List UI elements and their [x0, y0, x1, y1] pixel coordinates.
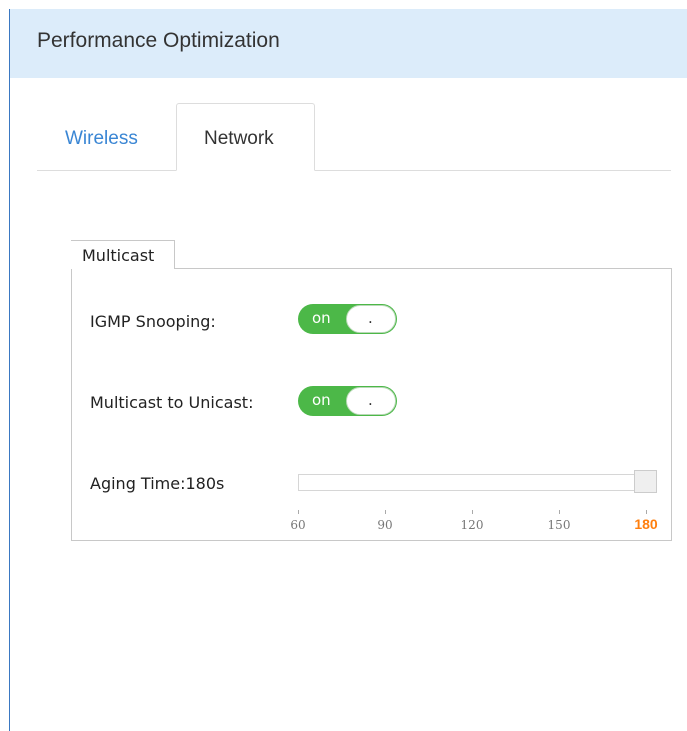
- igmp-snooping-toggle[interactable]: on .: [298, 304, 397, 334]
- multicast-legend: Multicast: [82, 246, 155, 265]
- multicast-to-unicast-label: Multicast to Unicast:: [90, 393, 254, 412]
- toggle-state-text: on: [312, 391, 331, 409]
- multicast-to-unicast-toggle[interactable]: on .: [298, 386, 397, 416]
- toggle-knob-text: .: [368, 391, 373, 409]
- tick-mark: [646, 510, 647, 514]
- aging-time-slider-handle[interactable]: [634, 470, 657, 493]
- tick-mark: [385, 510, 386, 514]
- toggle-knob: .: [346, 387, 396, 415]
- aging-time-slider-track[interactable]: [298, 474, 656, 491]
- tab-divider: [37, 170, 671, 171]
- tick-mark: [559, 510, 560, 514]
- tick-mark: [298, 510, 299, 514]
- tick-label: 60: [290, 518, 306, 532]
- tab-wireless[interactable]: Wireless: [65, 128, 138, 150]
- toggle-knob: .: [346, 305, 396, 333]
- tab-network[interactable]: Network: [204, 128, 274, 150]
- tick-mark: [472, 510, 473, 514]
- toggle-state-text: on: [312, 309, 331, 327]
- tick-label: 120: [460, 518, 484, 532]
- toggle-knob-text: .: [368, 309, 373, 327]
- tick-label: 180: [634, 516, 658, 532]
- tick-label: 150: [547, 518, 571, 532]
- page-title: Performance Optimization: [37, 29, 280, 52]
- window-border: [9, 9, 10, 731]
- igmp-snooping-label: IGMP Snooping:: [90, 312, 216, 331]
- tick-label: 90: [377, 518, 393, 532]
- aging-time-label: Aging Time:180s: [90, 474, 225, 493]
- page-header: Performance Optimization: [10, 9, 687, 78]
